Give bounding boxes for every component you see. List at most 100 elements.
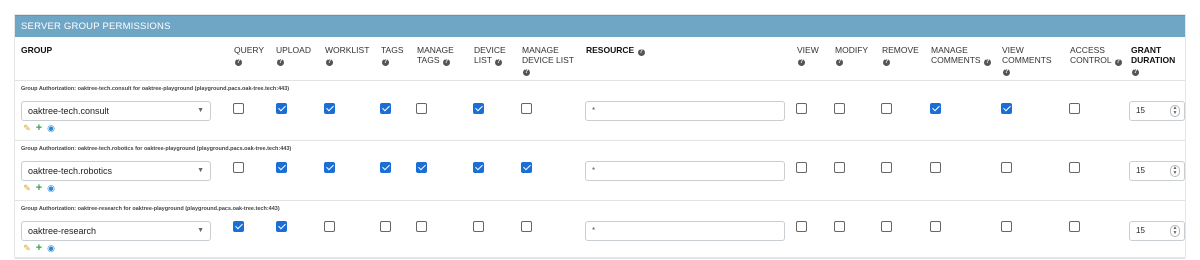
- group-authorization-caption: Group Authorization: oaktree-research fo…: [21, 206, 280, 212]
- resource-input[interactable]: *: [585, 161, 785, 181]
- help-icon[interactable]: ?: [1114, 59, 1122, 66]
- column-header-remove: REMOVE?: [882, 45, 919, 66]
- column-header-access-control: ACCESS CONTROL ?: [1070, 45, 1122, 66]
- number-spinner-icon[interactable]: ▲ ▼: [1170, 225, 1180, 237]
- group-select[interactable]: oaktree-tech.robotics ▼: [21, 161, 211, 181]
- view-checkbox[interactable]: [796, 103, 807, 114]
- column-header-manage-comments: MANAGE COMMENTS ?: [931, 45, 991, 66]
- column-header-view: VIEW?: [797, 45, 819, 66]
- pencil-icon[interactable]: ✎: [22, 123, 32, 133]
- column-header-group: GROUP: [21, 45, 53, 55]
- manage-comments-checkbox[interactable]: [930, 221, 941, 232]
- server-group-permissions-panel: SERVER GROUP PERMISSIONS GROUP QUERY? UP…: [14, 14, 1186, 259]
- help-icon[interactable]: ?: [382, 59, 389, 66]
- remove-checkbox[interactable]: [881, 162, 892, 173]
- tags-checkbox[interactable]: [380, 221, 391, 232]
- pencil-icon[interactable]: ✎: [22, 243, 32, 253]
- access-control-checkbox[interactable]: [1069, 221, 1080, 232]
- worklist-checkbox[interactable]: [324, 162, 335, 173]
- worklist-checkbox[interactable]: [324, 103, 335, 114]
- help-icon[interactable]: ?: [442, 59, 450, 66]
- column-header-manage-tags: MANAGE TAGS ?: [417, 45, 454, 66]
- query-checkbox[interactable]: [233, 221, 244, 232]
- access-control-checkbox[interactable]: [1069, 103, 1080, 114]
- help-icon[interactable]: ?: [235, 59, 242, 66]
- worklist-checkbox[interactable]: [324, 221, 335, 232]
- view-comments-checkbox[interactable]: [1001, 103, 1012, 114]
- number-spinner-icon[interactable]: ▲ ▼: [1170, 105, 1180, 117]
- view-comments-checkbox[interactable]: [1001, 162, 1012, 173]
- modify-checkbox[interactable]: [834, 162, 845, 173]
- view-checkbox[interactable]: [796, 162, 807, 173]
- column-header-resource: RESOURCE ?: [586, 45, 645, 56]
- query-checkbox[interactable]: [233, 103, 244, 114]
- help-icon[interactable]: ?: [1003, 69, 1010, 76]
- upload-checkbox[interactable]: [276, 103, 287, 114]
- tags-checkbox[interactable]: [380, 162, 391, 173]
- upload-checkbox[interactable]: [276, 162, 287, 173]
- device-list-checkbox[interactable]: [473, 162, 484, 173]
- header-divider: [15, 80, 1185, 81]
- column-header-manage-device-list: MANAGE DEVICE LIST?: [522, 45, 574, 76]
- device-list-checkbox[interactable]: [473, 221, 484, 232]
- row-divider: [15, 200, 1185, 201]
- tags-checkbox[interactable]: [380, 103, 391, 114]
- group-authorization-caption: Group Authorization: oaktree-tech.consul…: [21, 86, 290, 92]
- group-select[interactable]: oaktree-research ▼: [21, 221, 211, 241]
- eye-icon[interactable]: ◉: [46, 243, 56, 253]
- row-divider: [15, 140, 1185, 141]
- view-checkbox[interactable]: [796, 221, 807, 232]
- column-header-view-comments: VIEW COMMENTS?: [1002, 45, 1052, 76]
- grant-duration-input[interactable]: 15 ▲ ▼: [1129, 161, 1185, 181]
- resource-input[interactable]: *: [585, 101, 785, 121]
- resource-input[interactable]: *: [585, 221, 785, 241]
- help-icon[interactable]: ?: [495, 59, 503, 66]
- chevron-down-icon: ▼: [197, 107, 204, 114]
- help-icon[interactable]: ?: [637, 49, 645, 56]
- column-header-modify: MODIFY?: [835, 45, 869, 66]
- plus-icon[interactable]: +: [34, 123, 44, 134]
- help-icon[interactable]: ?: [983, 59, 991, 66]
- chevron-down-icon: ▼: [197, 227, 204, 234]
- plus-icon[interactable]: +: [34, 243, 44, 254]
- manage-device-list-checkbox[interactable]: [521, 103, 532, 114]
- help-icon[interactable]: ?: [523, 69, 530, 76]
- view-comments-checkbox[interactable]: [1001, 221, 1012, 232]
- group-select[interactable]: oaktree-tech.consult ▼: [21, 101, 211, 121]
- grant-duration-input[interactable]: 15 ▲ ▼: [1129, 101, 1185, 121]
- pencil-icon[interactable]: ✎: [22, 183, 32, 193]
- help-icon[interactable]: ?: [277, 59, 284, 66]
- column-header-worklist: WORKLIST?: [325, 45, 370, 66]
- help-icon[interactable]: ?: [798, 59, 805, 66]
- grant-duration-input[interactable]: 15 ▲ ▼: [1129, 221, 1185, 241]
- eye-icon[interactable]: ◉: [46, 123, 56, 133]
- query-checkbox[interactable]: [233, 162, 244, 173]
- manage-tags-checkbox[interactable]: [416, 221, 427, 232]
- manage-tags-checkbox[interactable]: [416, 162, 427, 173]
- manage-comments-checkbox[interactable]: [930, 103, 941, 114]
- modify-checkbox[interactable]: [834, 103, 845, 114]
- help-icon[interactable]: ?: [1132, 69, 1139, 76]
- group-authorization-caption: Group Authorization: oaktree-tech.roboti…: [21, 146, 292, 152]
- column-header-grant-duration: GRANT DURATION ?: [1131, 45, 1176, 76]
- panel-title: SERVER GROUP PERMISSIONS: [15, 15, 1185, 37]
- manage-device-list-checkbox[interactable]: [521, 221, 532, 232]
- remove-checkbox[interactable]: [881, 221, 892, 232]
- number-spinner-icon[interactable]: ▲ ▼: [1170, 165, 1180, 177]
- plus-icon[interactable]: +: [34, 183, 44, 194]
- manage-device-list-checkbox[interactable]: [521, 162, 532, 173]
- column-header-upload: UPLOAD?: [276, 45, 311, 66]
- manage-comments-checkbox[interactable]: [930, 162, 941, 173]
- eye-icon[interactable]: ◉: [46, 183, 56, 193]
- remove-checkbox[interactable]: [881, 103, 892, 114]
- modify-checkbox[interactable]: [834, 221, 845, 232]
- column-header-device-list: DEVICE LIST ?: [474, 45, 506, 66]
- access-control-checkbox[interactable]: [1069, 162, 1080, 173]
- upload-checkbox[interactable]: [276, 221, 287, 232]
- help-icon[interactable]: ?: [326, 59, 333, 66]
- chevron-down-icon: ▼: [197, 167, 204, 174]
- help-icon[interactable]: ?: [836, 59, 843, 66]
- device-list-checkbox[interactable]: [473, 103, 484, 114]
- manage-tags-checkbox[interactable]: [416, 103, 427, 114]
- help-icon[interactable]: ?: [883, 59, 890, 66]
